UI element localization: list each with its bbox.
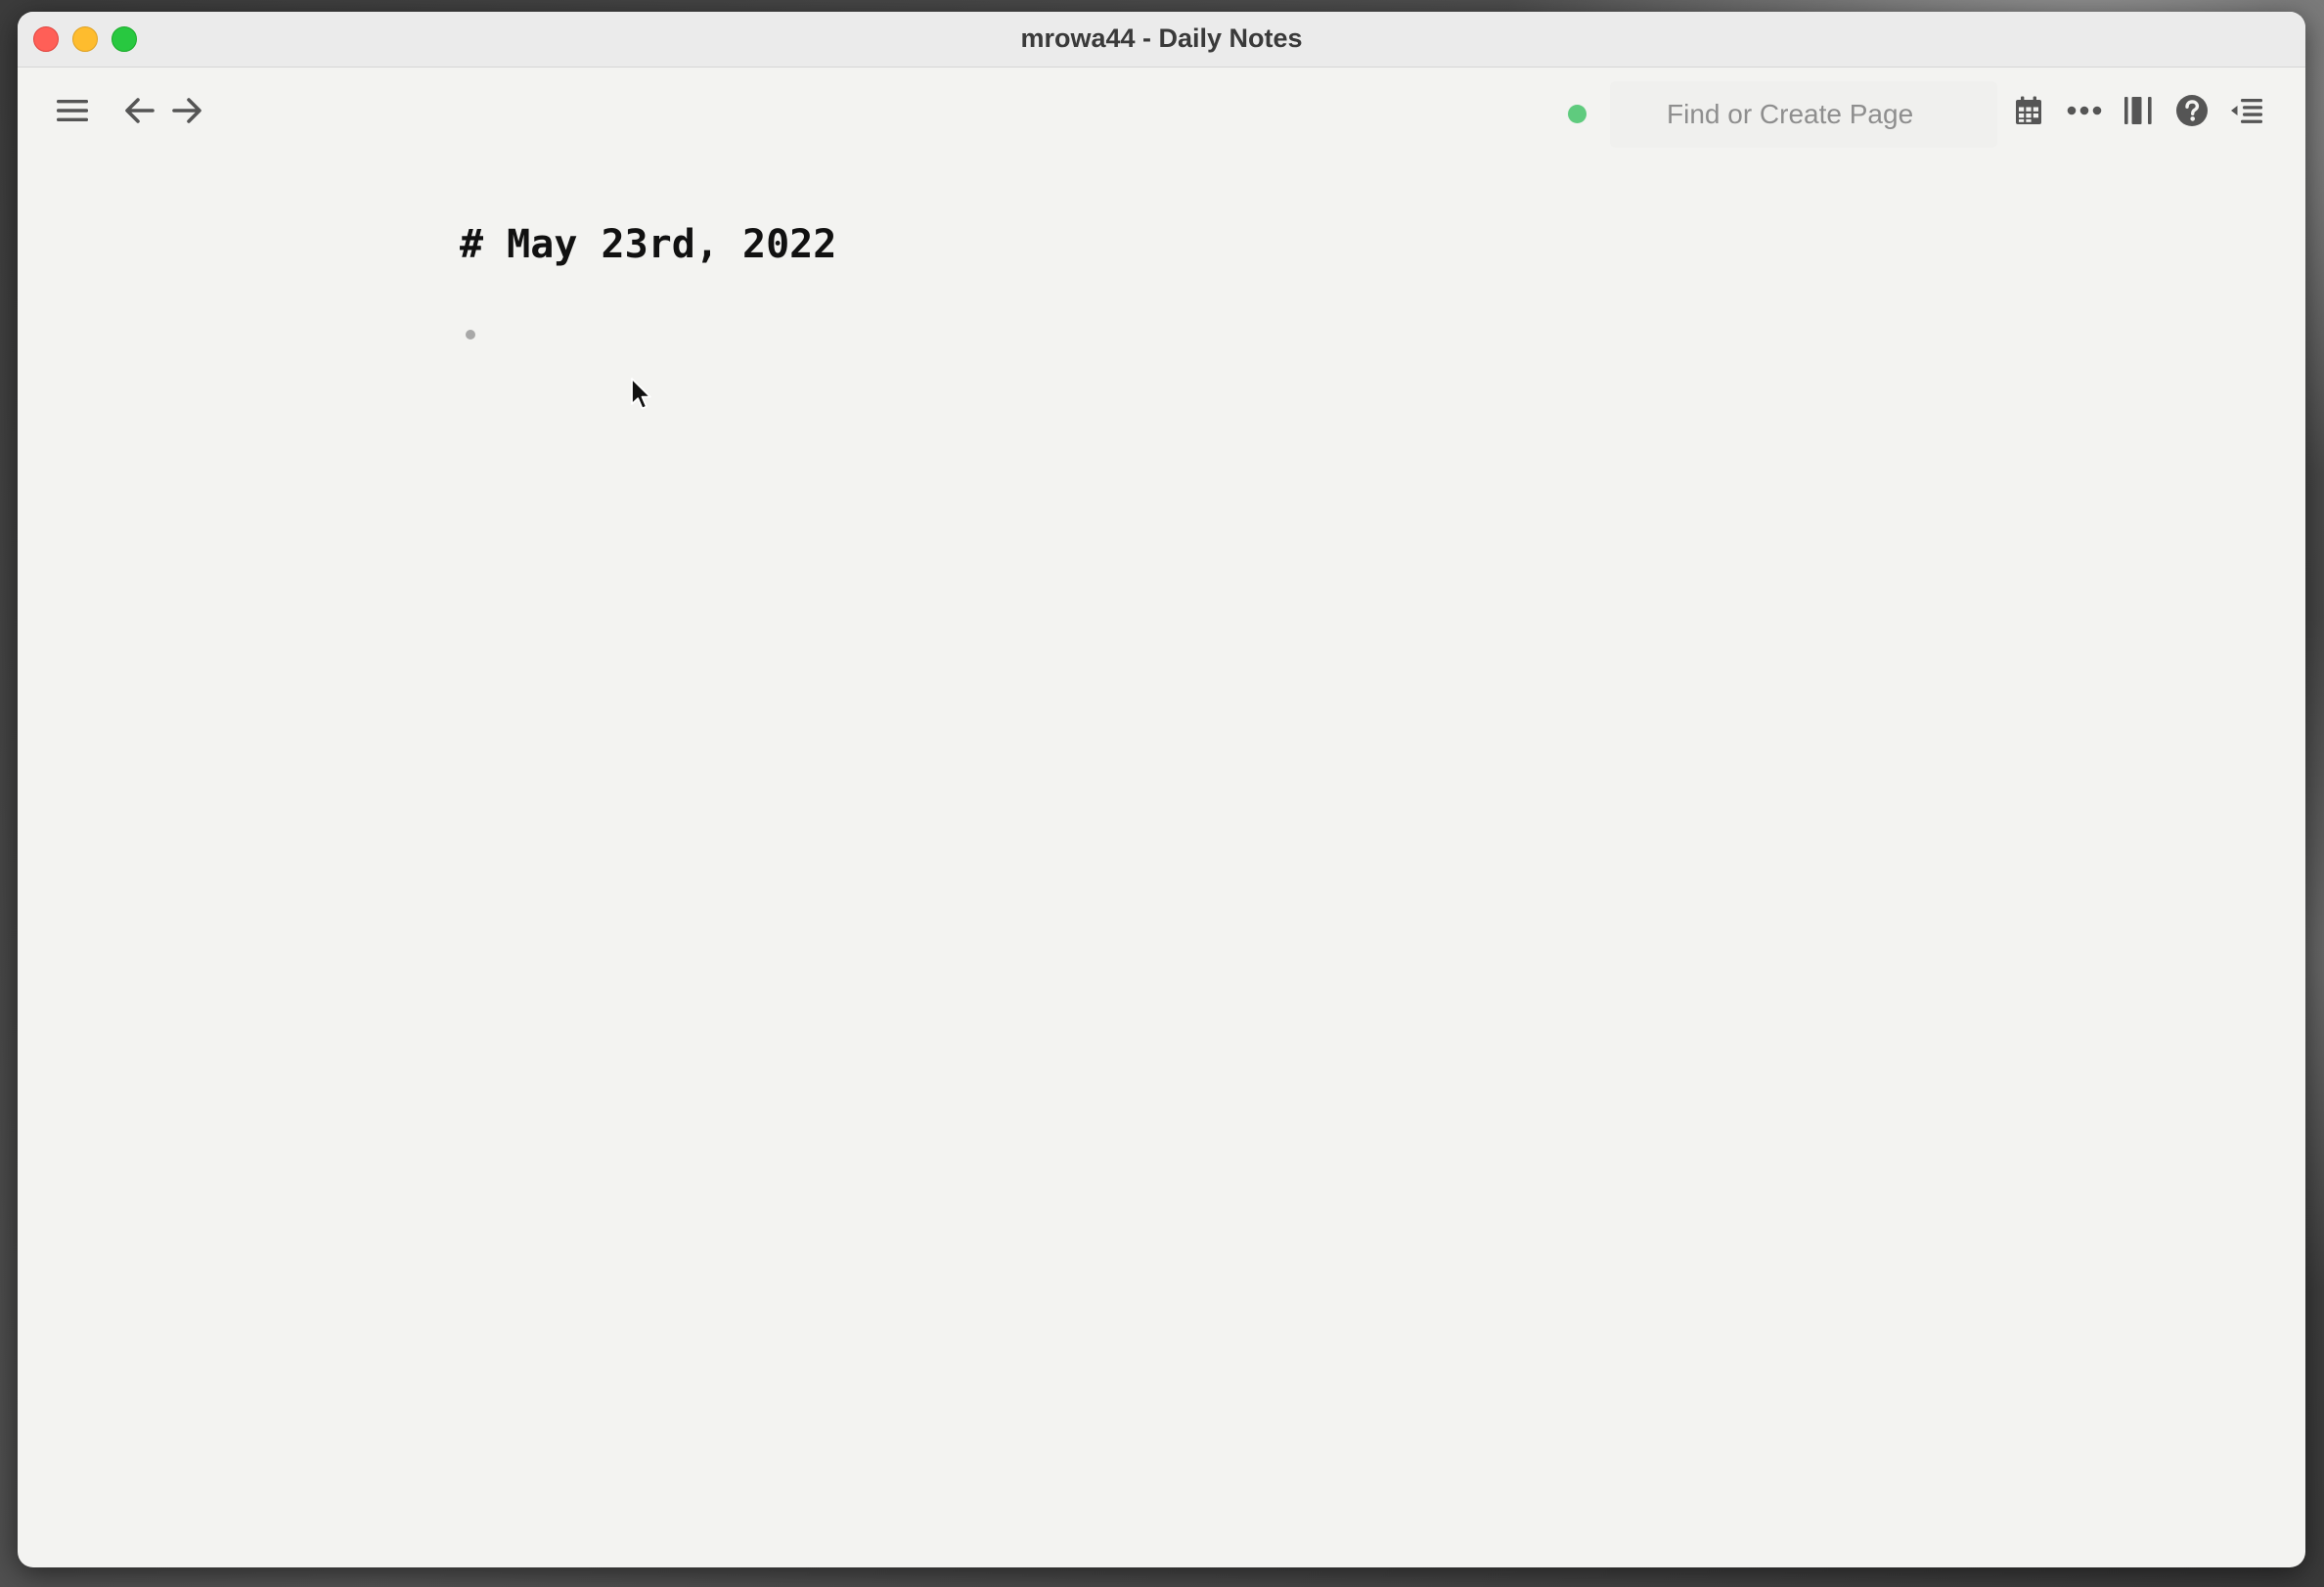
search-input[interactable] <box>1610 81 1997 148</box>
mouse-cursor-icon <box>631 378 651 410</box>
calendar-icon[interactable] <box>2009 91 2048 130</box>
app-window: mrowa44 - Daily Notes Find or Create Pag… <box>18 12 2305 1567</box>
page-title[interactable]: # May 23rd, 2022 <box>460 222 836 267</box>
more-dots-icon[interactable] <box>2065 91 2104 130</box>
window-title: mrowa44 - Daily Notes <box>1020 23 1303 53</box>
title-bar: mrowa44 - Daily Notes <box>18 12 2305 68</box>
sidebar-layout-icon[interactable] <box>2119 91 2158 130</box>
sync-status-indicator <box>1568 105 1587 123</box>
arrow-right-icon[interactable] <box>167 91 206 130</box>
empty-block-bullet[interactable] <box>466 330 475 340</box>
toolbar <box>18 68 2305 156</box>
hamburger-menu-icon[interactable] <box>53 91 92 130</box>
outline-indent-icon[interactable] <box>2227 91 2266 130</box>
arrow-left-icon[interactable] <box>120 91 159 130</box>
help-icon[interactable] <box>2172 91 2212 130</box>
